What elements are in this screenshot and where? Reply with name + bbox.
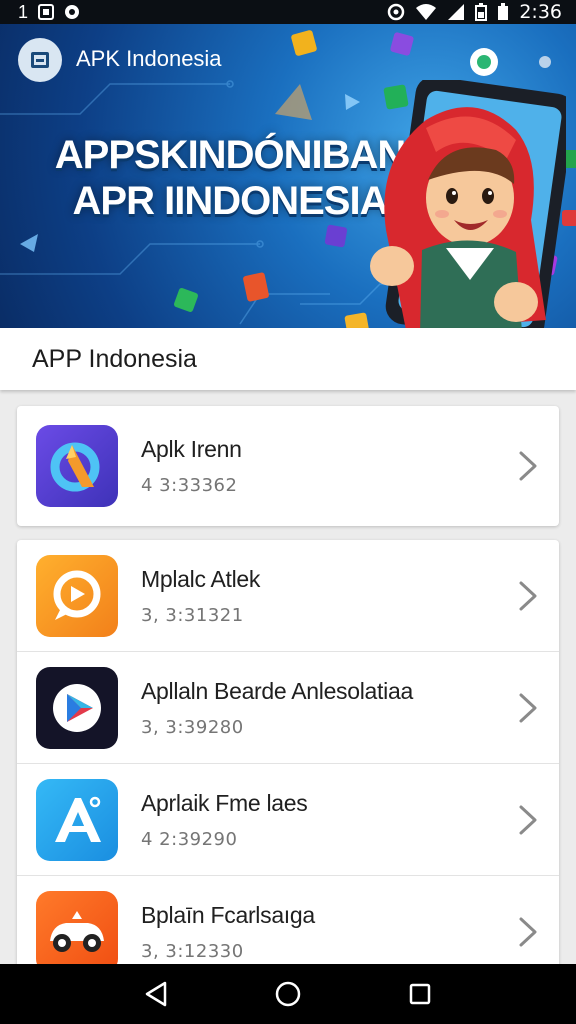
notification-icon [38, 4, 55, 20]
back-icon [145, 981, 167, 1007]
app-name: Apllaln Bearde Anlesolatiaa [141, 677, 413, 704]
app-meta: 3, 3:12330 [141, 941, 244, 962]
letter-a-app-icon [36, 778, 118, 861]
banner-headline-line2: APR IINDONESIA [72, 179, 389, 223]
app-text: Apllaln Bearde Anlesolatiaa 3, 3:39280 [141, 678, 413, 738]
app-name: Bplaīn Fcarlsaıga [141, 902, 315, 928]
app-meta: 3, 3:31321 [141, 604, 244, 626]
banner-headline-line1: APPSKINDÓNIBAN [54, 133, 406, 177]
signal-icon [448, 4, 465, 20]
section-title: APP Indonesia [32, 344, 197, 373]
chevron-right-icon [519, 581, 537, 610]
chevron-right-icon [519, 805, 537, 834]
home-button[interactable] [268, 974, 308, 1014]
app-name: Mplalc Atlek [141, 565, 261, 592]
arc-app-icon [36, 425, 118, 507]
app-list-item[interactable]: Mplalc Atlek 3, 3:31321 [17, 540, 559, 652]
app-list-item[interactable]: Bplaīn Fcarlsaıga 3, 3:12330 [17, 876, 559, 970]
battery-icon [475, 3, 488, 21]
app-name: Aplk Irenn [141, 436, 242, 462]
banner-app-name: APK Indonesia [76, 46, 222, 71]
car-app-icon [36, 891, 118, 970]
status-time: 2:36 [519, 1, 562, 23]
app-meta: 4 2:39290 [141, 828, 238, 850]
chat-app-icon [36, 554, 118, 637]
home-icon [275, 981, 301, 1007]
app-list-item[interactable]: Aprlaik Fme laes 4 2:39290 [17, 764, 559, 876]
app-list-card: Mplalc Atlek 3, 3:31321 Apllaln Bearde A… [17, 540, 559, 970]
chevron-right-icon [519, 917, 537, 947]
app-text: Mplalc Atlek 3, 3:31321 [141, 566, 260, 626]
app-list-item[interactable]: Aplk Irenn 4 3:33362 [17, 406, 559, 526]
app-name: Aprlaik Fme laes [141, 789, 308, 816]
notification-icon [65, 5, 80, 19]
back-button[interactable] [136, 974, 176, 1014]
app-logo-icon [18, 38, 62, 82]
app-text: Bplaīn Fcarlsaıga 3, 3:12330 [141, 902, 315, 962]
battery-icon [498, 3, 509, 20]
app-list-item[interactable]: Apllaln Bearde Anlesolatiaa 3, 3:39280 [17, 652, 559, 764]
recents-button[interactable] [400, 974, 440, 1014]
banner-headline: APPSKINDÓNIBAN APR IINDONESIA [40, 132, 420, 224]
chevron-right-icon [519, 451, 537, 481]
app-meta: 4 3:33362 [141, 475, 238, 496]
status-bar: 1 2:36 [0, 0, 576, 24]
app-card: Aplk Irenn 4 3:33362 [17, 406, 559, 526]
mascot-phone-illustration [370, 80, 566, 328]
chevron-right-icon [519, 693, 537, 722]
play-app-icon [36, 666, 118, 749]
wifi-icon [416, 4, 437, 20]
app-text: Aplk Irenn 4 3:33362 [141, 436, 242, 496]
sync-icon [388, 3, 405, 21]
recents-icon [409, 983, 431, 1005]
app-meta: 3, 3:39280 [141, 716, 244, 738]
status-left-text: 1 [18, 1, 29, 22]
hero-banner[interactable]: APK Indonesia APPSKINDÓNIBAN APR IINDONE… [0, 24, 576, 328]
system-navigation-bar [0, 964, 576, 1024]
app-text: Aprlaik Fme laes 4 2:39290 [141, 789, 308, 850]
section-header: APP Indonesia [0, 328, 576, 390]
